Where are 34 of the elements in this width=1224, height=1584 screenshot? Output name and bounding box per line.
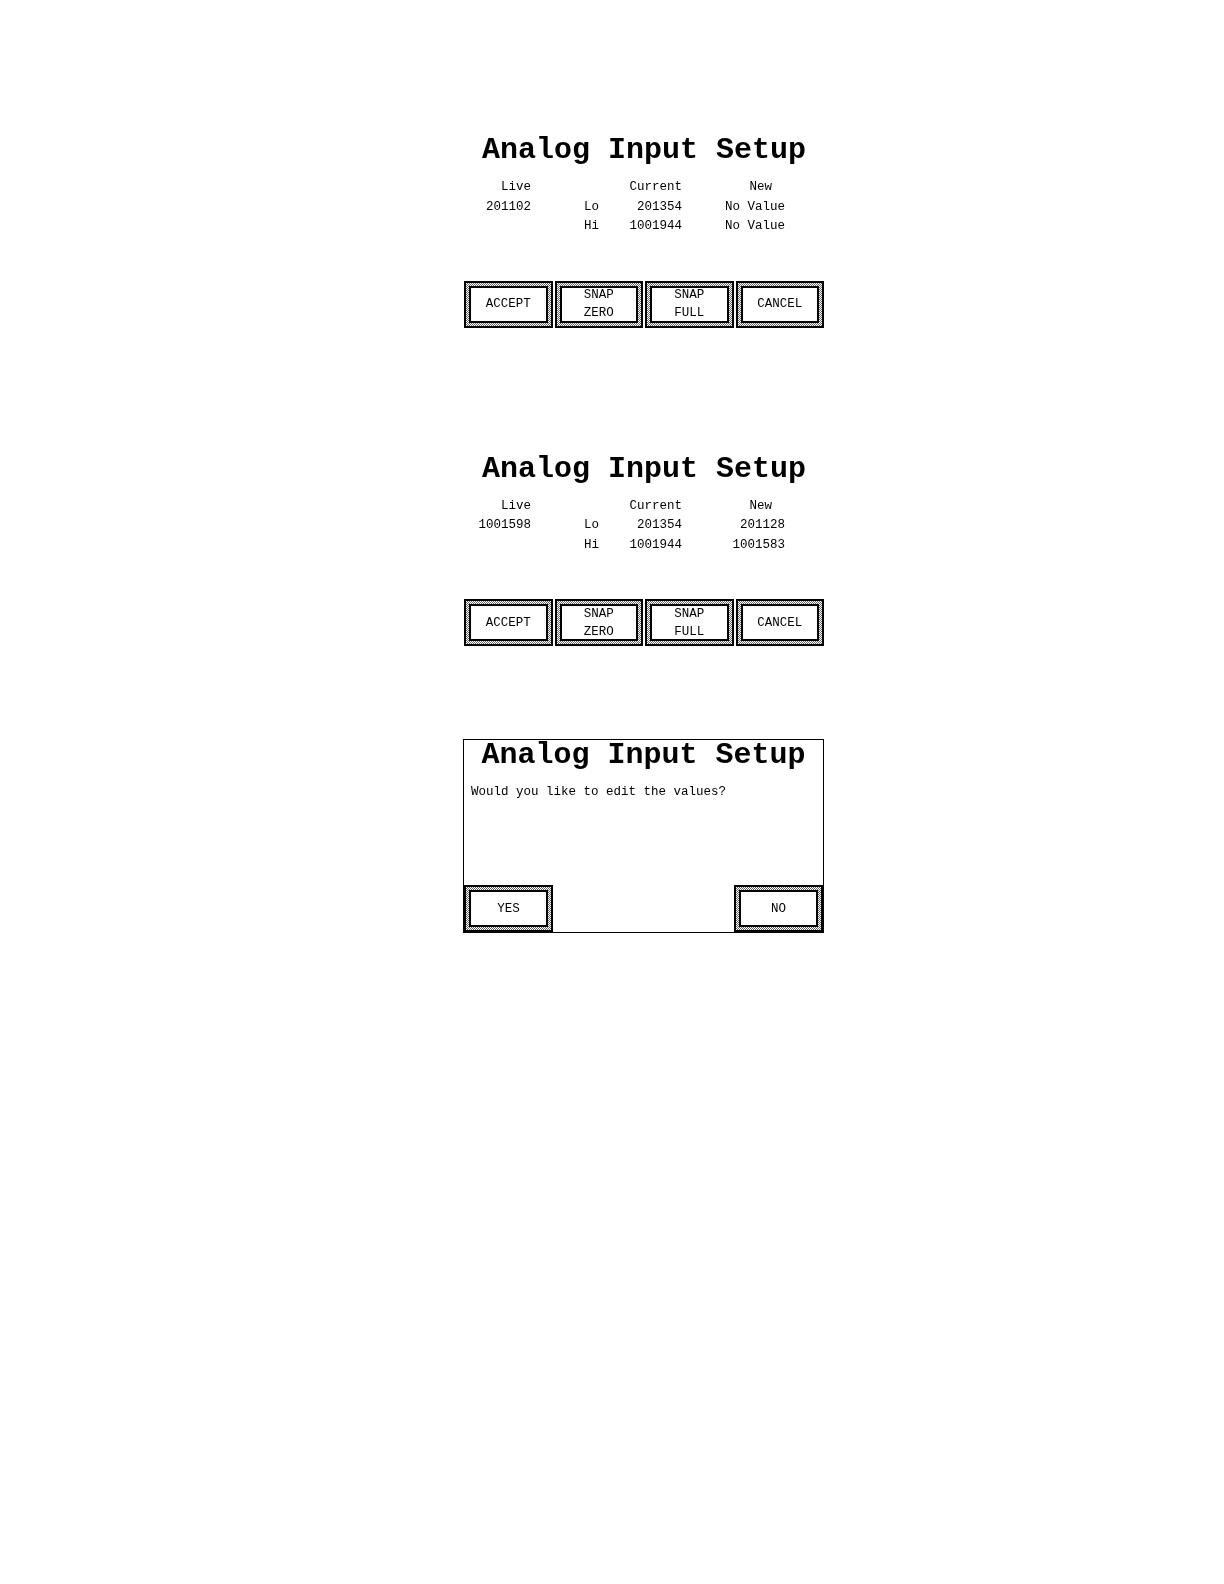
column-header: Current	[628, 179, 682, 196]
new-value: No Value	[725, 219, 785, 233]
column-header: Current	[628, 497, 682, 515]
action-button[interactable]: ACCEPT	[464, 280, 553, 328]
new-value: 1001583	[732, 537, 785, 552]
new-value: 201128	[740, 518, 785, 532]
live-value: 1001598	[478, 518, 531, 532]
row-label: Hi	[584, 219, 599, 233]
current-value: 1001944	[629, 537, 682, 552]
action-button[interactable]: CANCEL	[735, 599, 824, 646]
column-header: Live	[500, 179, 531, 196]
current-value: 1001944	[629, 219, 682, 233]
row-label: Hi	[584, 537, 599, 552]
current-value: 201354	[637, 199, 682, 214]
action-button[interactable]: CANCEL	[735, 280, 824, 328]
row-label: Lo	[584, 199, 599, 214]
live-value: 201102	[486, 199, 531, 214]
dialog-button[interactable]: NO	[734, 885, 823, 932]
dialog-button[interactable]: YES	[464, 885, 553, 932]
action-button[interactable]: SNAP FULL	[645, 599, 734, 646]
action-button[interactable]: SNAP FULL	[645, 280, 734, 328]
current-value: 201354	[637, 518, 682, 532]
column-header: New	[749, 179, 773, 196]
screen-title: Analog Input Setup	[480, 135, 808, 165]
new-value: No Value	[725, 199, 785, 214]
action-button[interactable]: SNAP ZERO	[554, 599, 643, 646]
action-button[interactable]: ACCEPT	[464, 599, 553, 646]
column-header: New	[749, 497, 773, 515]
action-button[interactable]: SNAP ZERO	[554, 280, 643, 328]
screen-title: Analog Input Setup	[480, 740, 807, 770]
column-header: Live	[500, 497, 531, 515]
row-label: Lo	[584, 518, 599, 532]
dialog-message: Would you like to edit the values?	[470, 784, 728, 801]
screen-title: Analog Input Setup	[480, 453, 808, 484]
